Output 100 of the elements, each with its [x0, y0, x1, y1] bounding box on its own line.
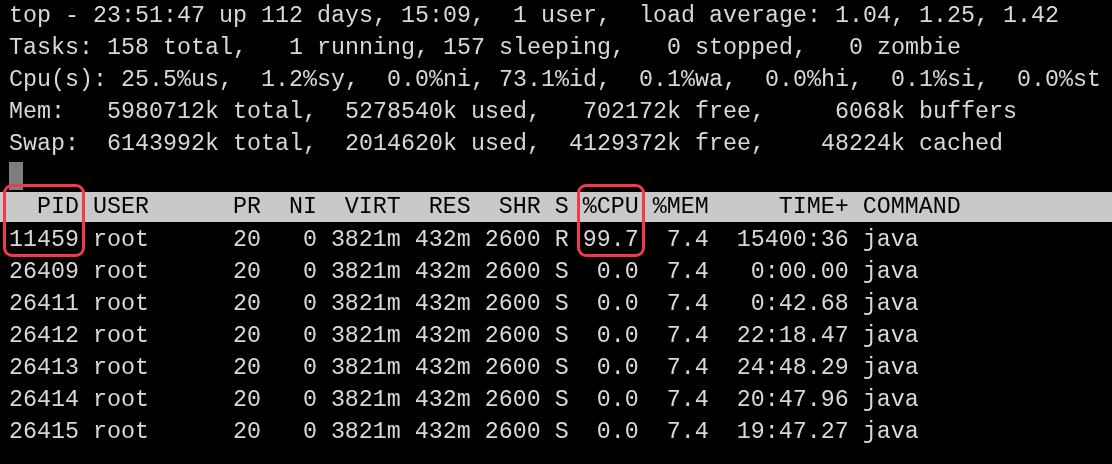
table-cell-text: root	[92, 258, 150, 287]
table-cell-text: 20	[231, 290, 261, 319]
table-cell-text: 7.4	[665, 354, 709, 383]
table-cell-text: root	[92, 290, 150, 319]
table-cell-text: R	[554, 226, 569, 255]
table-cell-text: 0.0	[595, 322, 639, 351]
table-cell-text: 2600	[484, 418, 541, 447]
column-header: RES	[427, 193, 472, 222]
table-cell-text: 7.4	[665, 322, 709, 351]
table-cell-text: S	[554, 258, 569, 287]
table-cell-text: 20	[231, 258, 261, 287]
table-cell-text: 7.4	[665, 418, 709, 447]
summary-line: Mem: 5980712k total, 5278540k used, 702172k free, 6068k buffers	[9, 98, 1018, 127]
table-cell-text: 2600	[484, 322, 541, 351]
table-cell-text: 0:00.00	[749, 258, 849, 287]
summary-line: Swap: 6143992k total, 2014620k used, 4129372k free, 48224k cached	[9, 130, 1004, 159]
table-cell-text: 19:47.27	[735, 418, 849, 447]
table-cell-text: 0	[301, 386, 317, 415]
table-cell-text: 99.7	[582, 226, 639, 255]
table-cell-text: S	[554, 386, 569, 415]
summary-line: Cpu(s): 25.5%us, 1.2%sy, 0.0%ni, 73.1%id, 0.1%wa, 0.0%hi, 0.1%si, 0.0%st	[9, 66, 1102, 95]
table-cell-text: 432m	[414, 418, 471, 447]
table-cell-text: 20	[231, 418, 261, 447]
table-cell-text: 0	[301, 354, 317, 383]
table-cell-text: 26414	[9, 386, 79, 415]
table-cell-text: root	[92, 354, 150, 383]
column-header: PID	[36, 193, 80, 222]
table-cell-text: S	[554, 354, 569, 383]
column-header: TIME+	[777, 193, 850, 222]
table-cell-text: 432m	[414, 226, 471, 255]
table-cell-text: 26411	[9, 290, 79, 319]
table-cell-text: 3821m	[330, 354, 401, 383]
table-cell-text: 0	[301, 418, 317, 447]
table-cell-text: S	[554, 322, 569, 351]
table-cell-text: 7.4	[665, 386, 709, 415]
table-cell-text: 0:42.68	[749, 290, 849, 319]
table-cell-text: 0	[301, 258, 317, 287]
table-cell-text: 20	[231, 386, 261, 415]
table-cell-text: java	[862, 386, 920, 415]
column-header: COMMAND	[861, 193, 962, 222]
table-cell-text: java	[862, 226, 920, 255]
table-cell-text: root	[92, 386, 150, 415]
table-cell-text: 0.0	[595, 354, 639, 383]
table-cell-text: S	[554, 418, 569, 447]
table-cell-text: 3821m	[330, 322, 401, 351]
table-cell-text: 0	[301, 322, 317, 351]
table-cell-text: 20	[231, 226, 261, 255]
table-cell-text: root	[92, 226, 150, 255]
table-cell-text: 432m	[414, 258, 471, 287]
table-cell-text: 2600	[484, 354, 541, 383]
table-cell-text: 2600	[484, 290, 541, 319]
column-header: S	[553, 193, 570, 222]
table-cell-text: S	[554, 290, 569, 319]
table-cell-text: 26412	[9, 322, 79, 351]
table-cell-text: root	[92, 322, 150, 351]
table-cell-text: 432m	[414, 290, 471, 319]
column-header: USER	[91, 193, 150, 222]
table-cell-text: 11459	[9, 226, 79, 255]
table-cell-text: 20	[231, 354, 261, 383]
column-header: PR	[231, 193, 262, 222]
summary-line: top - 23:51:47 up 112 days, 15:09, 1 user, load average: 1.04, 1.25, 1.42	[9, 2, 1060, 31]
table-cell-text: 432m	[414, 322, 471, 351]
table-cell-text: 0.0	[595, 386, 639, 415]
table-cell-text: 2600	[484, 386, 541, 415]
table-cell-text: java	[862, 418, 920, 447]
table-cell-text: 7.4	[665, 226, 709, 255]
table-cell-text: 0	[301, 290, 317, 319]
table-cell-text: java	[862, 258, 920, 287]
table-cell-text: 3821m	[330, 258, 401, 287]
table-cell-text: 26413	[9, 354, 79, 383]
column-header: %CPU	[581, 193, 640, 222]
table-cell-text: 2600	[484, 258, 541, 287]
table-cell-text: java	[862, 322, 920, 351]
table-cell-text: 3821m	[330, 386, 401, 415]
table-cell-text: 0	[301, 226, 317, 255]
table-cell-text: 432m	[414, 354, 471, 383]
table-cell-text: 3821m	[330, 418, 401, 447]
table-cell-text: 0.0	[595, 258, 639, 287]
column-header: SHR	[497, 193, 542, 222]
table-cell-text: 24:48.29	[735, 354, 849, 383]
table-cell-text: 7.4	[665, 290, 709, 319]
column-header: %MEM	[651, 193, 710, 222]
table-cell-text: java	[862, 354, 920, 383]
table-cell-text: 3821m	[330, 290, 401, 319]
table-cell-text: 0.0	[595, 418, 639, 447]
summary-line: Tasks: 158 total, 1 running, 157 sleeping, 0 stopped, 0 zombie	[9, 34, 962, 63]
table-cell-text: 26415	[9, 418, 79, 447]
table-cell-text: 26409	[9, 258, 79, 287]
table-cell-text: root	[92, 418, 150, 447]
table-cell-text: 22:18.47	[735, 322, 849, 351]
table-cell-text: 20:47.96	[735, 386, 849, 415]
table-cell-text: 432m	[414, 386, 471, 415]
column-header: VIRT	[343, 193, 402, 222]
table-cell-text: 0.0	[595, 290, 639, 319]
column-header: NI	[287, 193, 318, 222]
table-cell-text: java	[862, 290, 920, 319]
table-cell-text: 20	[231, 322, 261, 351]
table-cell-text: 15400:36	[735, 226, 849, 255]
table-cell-text: 7.4	[665, 258, 709, 287]
table-cell-text: 2600	[484, 226, 541, 255]
